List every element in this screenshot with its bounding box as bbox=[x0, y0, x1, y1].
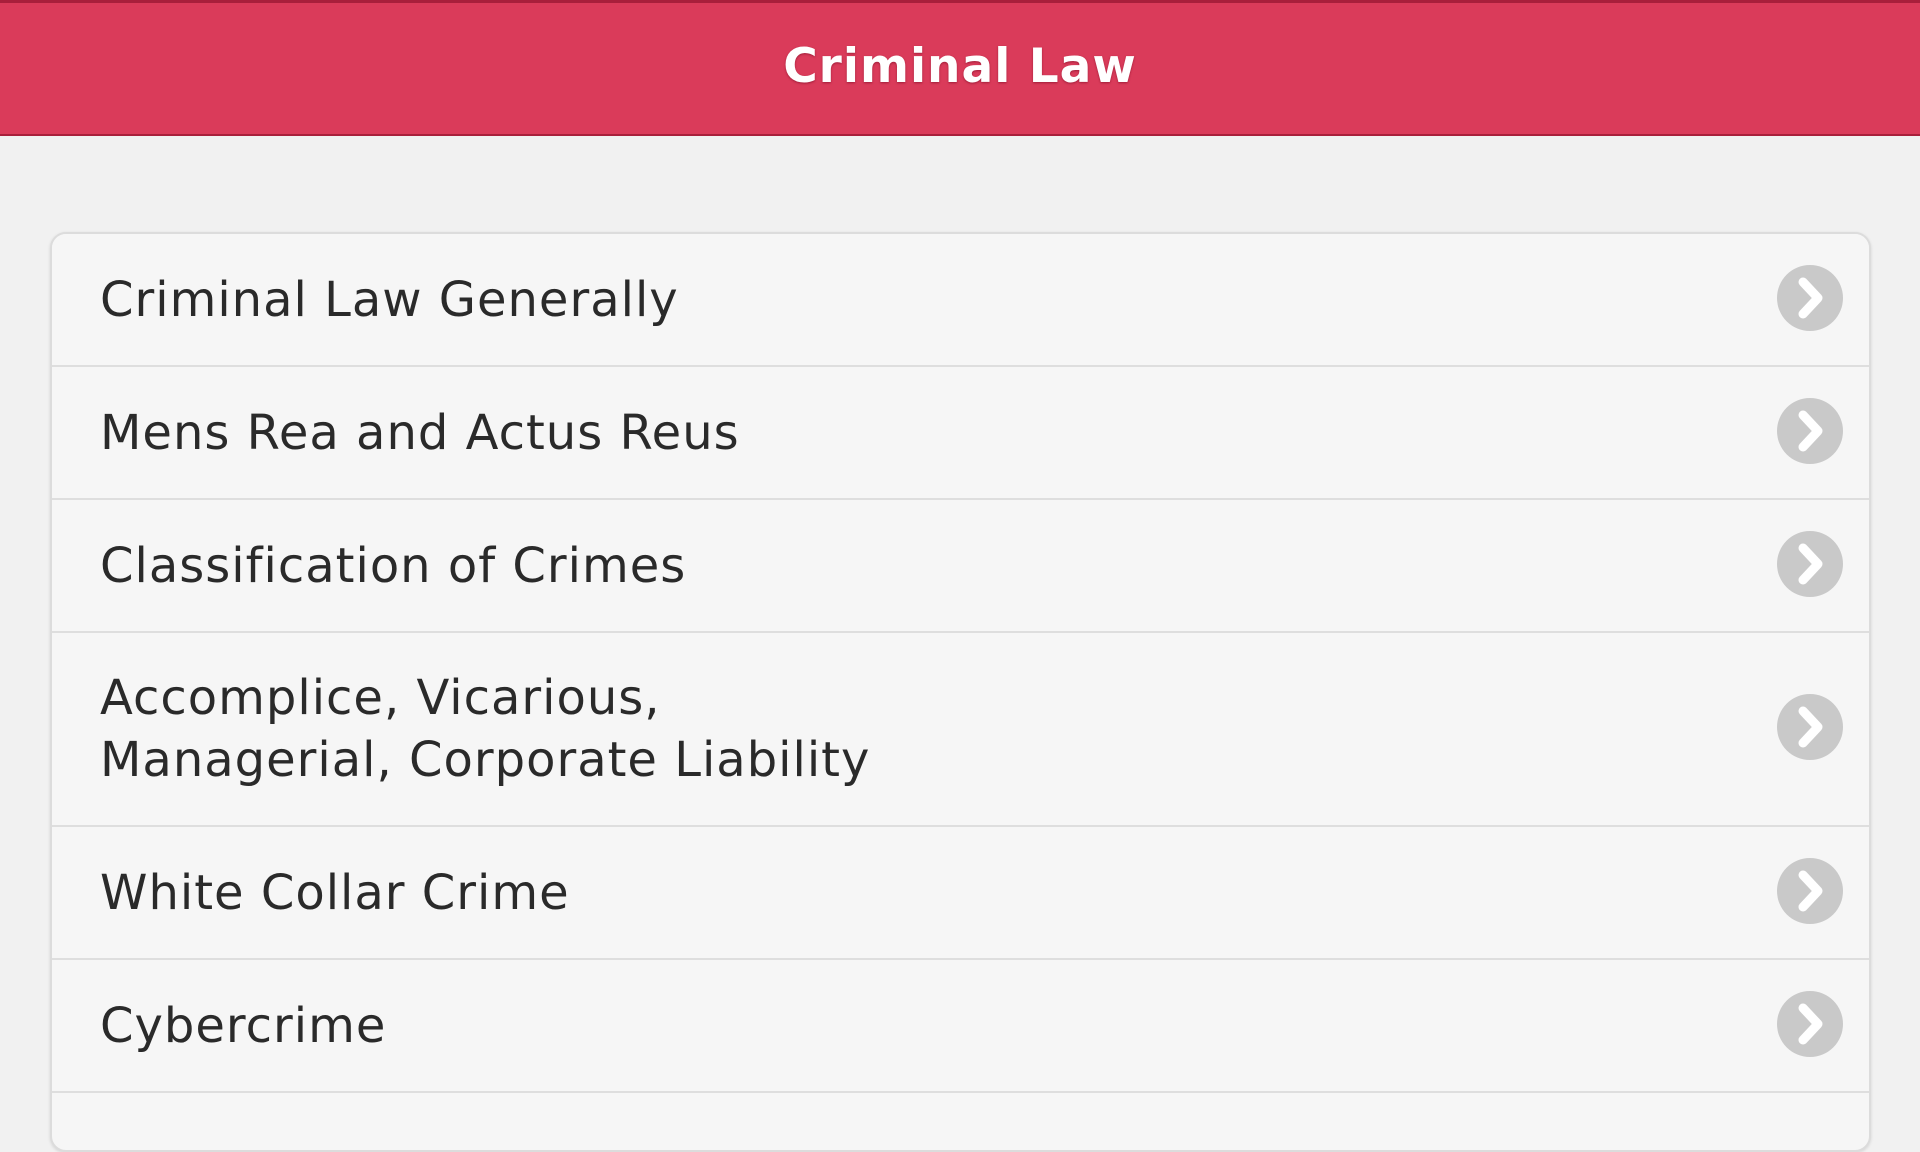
chevron-right-icon[interactable] bbox=[1777, 530, 1843, 597]
chevron-right-icon[interactable] bbox=[1777, 397, 1843, 464]
list-item-accomplice-liability[interactable]: Accomplice, Vicarious, Managerial, Corpo… bbox=[52, 633, 1869, 827]
list-item-label: Mens Rea and Actus Reus bbox=[100, 404, 740, 461]
list-item-label: White Collar Crime bbox=[100, 864, 570, 921]
list-item-white-collar-crime[interactable]: White Collar Crime bbox=[52, 827, 1869, 960]
page-title: Criminal Law bbox=[783, 39, 1137, 94]
list-item-cybercrime[interactable]: Cybercrime bbox=[52, 960, 1869, 1093]
list-item-classification-of-crimes[interactable]: Classification of Crimes bbox=[52, 500, 1869, 633]
topic-list: Criminal Law Generally Mens Rea and Actu… bbox=[50, 232, 1871, 1152]
chevron-right-icon[interactable] bbox=[1777, 990, 1843, 1057]
list-item-label: Cybercrime bbox=[100, 997, 387, 1054]
list-item-label: Accomplice, Vicarious, Managerial, Corpo… bbox=[100, 670, 871, 788]
list-item-criminal-law-generally[interactable]: Criminal Law Generally bbox=[52, 234, 1869, 367]
chevron-right-icon[interactable] bbox=[1777, 264, 1843, 331]
list-item-label: Criminal Law Generally bbox=[100, 271, 679, 328]
app-header: Criminal Law bbox=[0, 0, 1920, 136]
list-item-label: Classification of Crimes bbox=[100, 537, 687, 594]
chevron-right-icon[interactable] bbox=[1777, 857, 1843, 924]
chevron-right-icon[interactable] bbox=[1777, 694, 1843, 760]
list-item-mens-rea-actus-reus[interactable]: Mens Rea and Actus Reus bbox=[52, 367, 1869, 500]
